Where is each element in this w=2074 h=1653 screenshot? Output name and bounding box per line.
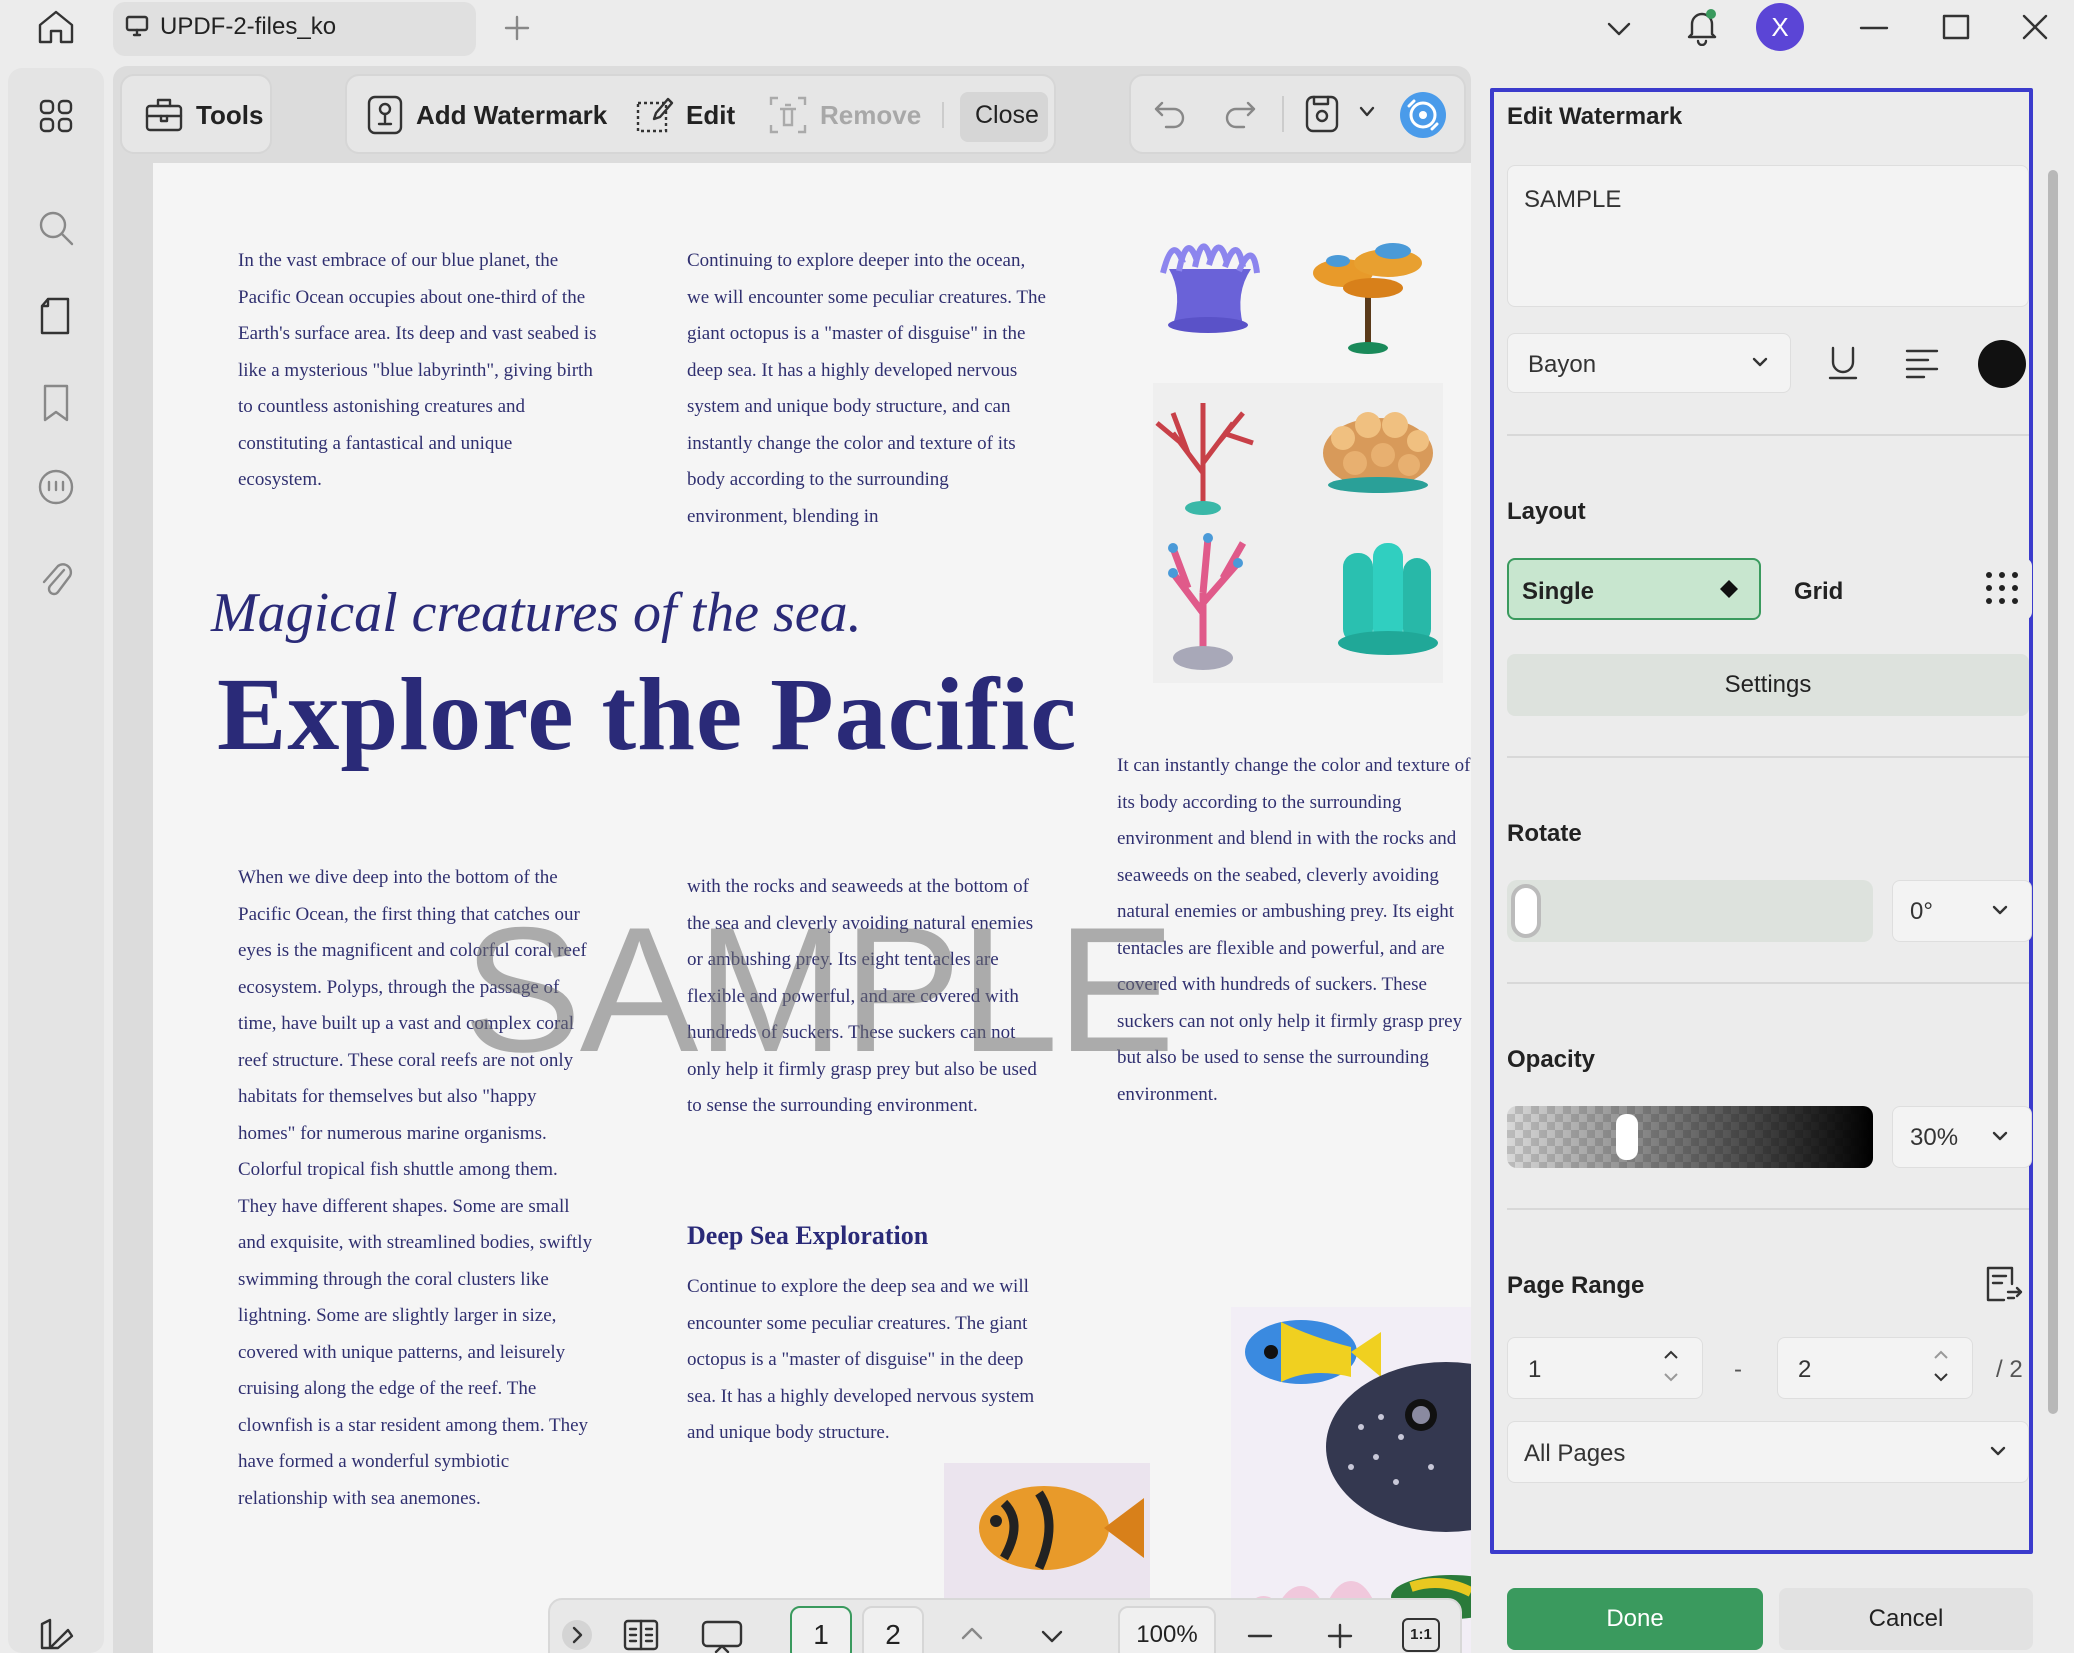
watermark-preview[interactable]: SAMPLE	[463, 901, 1175, 1079]
toolbox-icon	[144, 94, 184, 134]
remove-label: Remove	[820, 100, 922, 130]
cancel-button[interactable]: Cancel	[1779, 1588, 2033, 1650]
save-menu-chevron-icon[interactable]	[1358, 104, 1376, 120]
document-subtitle: Magical creatures of the sea.	[211, 582, 862, 644]
section-heading: Deep Sea Exploration	[687, 1221, 929, 1250]
settings-button[interactable]: Settings	[1507, 654, 2029, 716]
notification-bell-icon[interactable]	[1684, 6, 1720, 46]
home-icon[interactable]	[36, 8, 76, 46]
previous-page-icon[interactable]	[960, 1624, 984, 1642]
section-divider	[1507, 982, 2029, 984]
font-select-value: Bayon	[1528, 351, 1597, 378]
zoom-in-icon[interactable]	[1326, 1622, 1354, 1650]
edit-watermark-icon[interactable]	[634, 95, 674, 135]
redo-icon[interactable]	[1224, 99, 1258, 129]
document-title: Explore the Pacific	[217, 657, 1078, 772]
expand-bar-icon[interactable]	[562, 1620, 592, 1650]
section-divider	[1507, 756, 2029, 758]
undo-icon[interactable]	[1152, 99, 1186, 129]
zoom-out-icon[interactable]	[1246, 1622, 1274, 1650]
range-total: / 2	[1996, 1356, 2023, 1383]
range-dash: -	[1734, 1356, 1742, 1383]
comment-icon[interactable]	[34, 468, 78, 508]
font-chevron-icon	[1750, 354, 1770, 370]
maximize-icon[interactable]	[1940, 12, 1972, 42]
paragraph-octopus: Continuing to explore deeper into the oc…	[687, 250, 1046, 527]
text-color-swatch[interactable]	[1978, 340, 2026, 388]
zoom-level-field[interactable]: 100%	[1118, 1606, 1216, 1653]
opacity-gradient	[1507, 1106, 1873, 1168]
attachment-icon[interactable]	[38, 558, 74, 598]
close-label: Close	[975, 101, 1039, 129]
opacity-slider-track[interactable]	[1507, 1106, 1873, 1168]
pages-subset-chevron-icon	[1988, 1443, 2008, 1459]
done-button[interactable]: Done	[1507, 1588, 1763, 1650]
range-from-stepper-icon[interactable]	[1660, 1346, 1682, 1386]
pages-subset-value: All Pages	[1524, 1440, 1626, 1467]
page-range-title: Page Range	[1507, 1272, 1645, 1299]
opacity-slider-thumb[interactable]	[1615, 1114, 1638, 1160]
rotate-chevron-icon	[1990, 902, 2010, 918]
single-diamond-icon	[1718, 578, 1740, 600]
tab-title: UPDF-2-files_ko	[160, 13, 337, 40]
page-2-button[interactable]: 2	[862, 1606, 924, 1653]
actual-size-button[interactable]: 1:1	[1402, 1618, 1440, 1652]
thumbnails-grid-icon[interactable]	[38, 98, 74, 134]
rotate-slider-thumb[interactable]	[1511, 884, 1541, 938]
two-page-view-icon[interactable]	[622, 1618, 660, 1652]
layout-single-label: Single	[1522, 578, 1595, 605]
rotate-title: Rotate	[1507, 820, 1582, 847]
range-to-value: 2	[1798, 1356, 1812, 1383]
panel-title: Edit Watermark	[1507, 103, 1683, 130]
remove-watermark-icon	[768, 95, 808, 135]
grid-dots-icon	[1984, 570, 2020, 606]
search-icon[interactable]	[36, 208, 76, 248]
coral-image-grid	[1143, 233, 1443, 833]
user-avatar[interactable]: X	[1756, 3, 1804, 51]
panel-scrollbar[interactable]	[2048, 170, 2058, 1414]
presentation-icon[interactable]	[700, 1618, 744, 1653]
monitor-icon	[125, 15, 149, 37]
page-icon[interactable]	[38, 296, 74, 336]
watermark-text-value: SAMPLE	[1524, 186, 1622, 213]
layout-title: Layout	[1507, 498, 1586, 525]
page-1-button[interactable]: 1	[790, 1606, 852, 1653]
underline-icon[interactable]	[1826, 344, 1860, 384]
add-watermark-label[interactable]: Add Watermark	[416, 100, 607, 131]
close-window-icon[interactable]	[2020, 12, 2050, 42]
rotate-value: 0°	[1910, 898, 1933, 925]
chevron-down-icon[interactable]	[1605, 16, 1633, 40]
save-icon[interactable]	[1304, 94, 1340, 134]
range-to-stepper-icon[interactable]	[1930, 1346, 1952, 1386]
paragraph-deep-sea: Continue to explore the deep sea and we …	[687, 1276, 1035, 1443]
next-page-icon[interactable]	[1040, 1628, 1064, 1646]
left-sidebar	[8, 68, 104, 1653]
layers-icon[interactable]	[38, 1616, 74, 1652]
range-from-value: 1	[1528, 1356, 1542, 1383]
pdf-page: In the vast embrace of our blue planet, …	[153, 163, 1471, 1653]
opacity-title: Opacity	[1507, 1046, 1596, 1073]
title-bar: UPDF-2-files_ko X	[0, 0, 2074, 58]
page-navigation-bar	[548, 1598, 1462, 1653]
add-watermark-icon[interactable]	[366, 94, 404, 136]
bookmark-icon[interactable]	[40, 383, 72, 423]
minimize-icon[interactable]	[1858, 14, 1890, 42]
align-left-icon[interactable]	[1904, 346, 1940, 380]
new-tab-plus-icon[interactable]	[503, 14, 531, 42]
edit-label[interactable]: Edit	[686, 100, 735, 131]
opacity-value: 30%	[1910, 1124, 1959, 1151]
opacity-chevron-icon	[1990, 1128, 2010, 1144]
section-divider	[1507, 434, 2029, 436]
tools-label: Tools	[196, 100, 264, 130]
page-range-swap-icon[interactable]	[1984, 1264, 2024, 1304]
toolbar-divider	[942, 102, 944, 128]
paragraph-intro: In the vast embrace of our blue planet, …	[238, 250, 597, 490]
ai-assistant-icon[interactable]	[1400, 92, 1446, 138]
section-divider	[1507, 1208, 2029, 1210]
toolbar-divider	[1282, 96, 1284, 132]
layout-grid-label: Grid	[1794, 578, 1844, 605]
rotate-slider-track[interactable]	[1507, 880, 1873, 942]
